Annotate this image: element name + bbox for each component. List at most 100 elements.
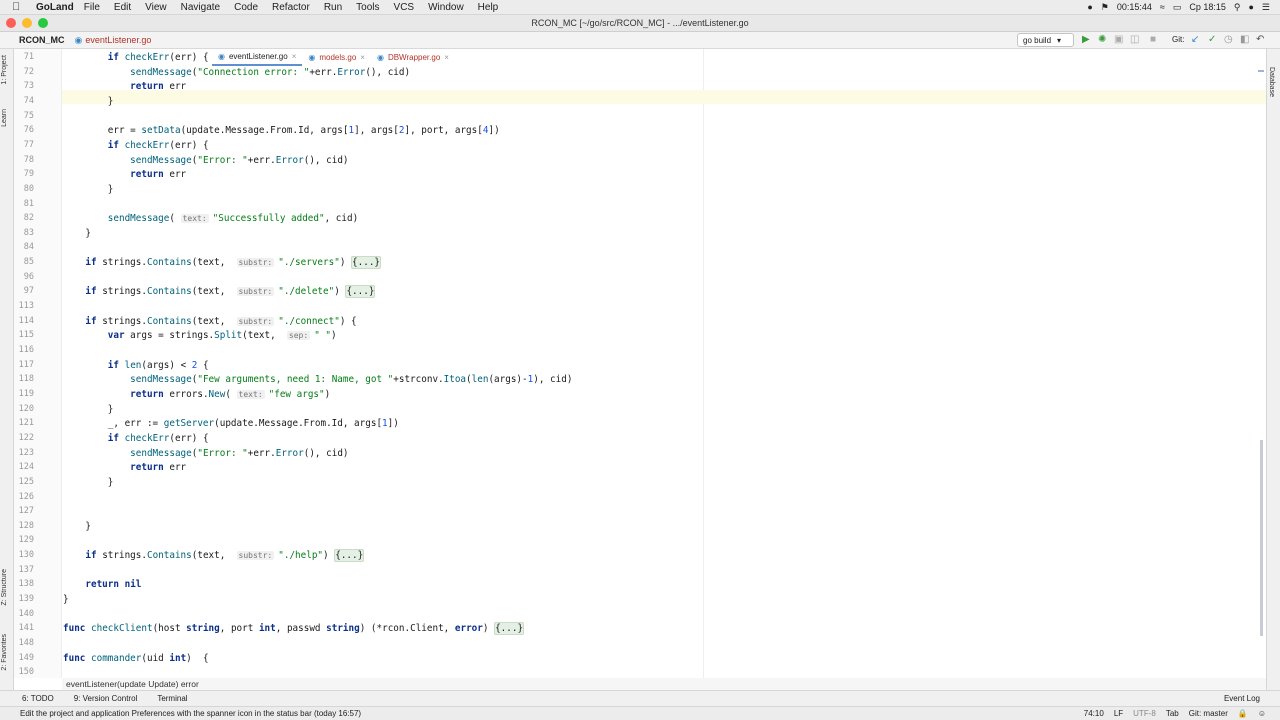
coverage-icon[interactable]: ▣ xyxy=(1114,34,1123,45)
menu-refactor[interactable]: Refactor xyxy=(272,2,310,13)
tab-project[interactable]: 1: Project xyxy=(1,55,8,85)
tab-models[interactable]: ◉ models.go × xyxy=(302,49,371,66)
battery-icon[interactable]: ▭ xyxy=(1173,2,1182,13)
line-number[interactable]: 137 xyxy=(14,565,34,575)
tab-favorites[interactable]: 2: Favorites xyxy=(1,634,8,671)
code-line[interactable]: _, err := getServer(update.Message.From.… xyxy=(63,418,399,429)
line-number[interactable]: 116 xyxy=(14,345,34,355)
menu-icon[interactable]: ☰ xyxy=(1262,2,1270,13)
menu-navigate[interactable]: Navigate xyxy=(181,2,220,13)
close-icon[interactable]: × xyxy=(292,52,297,61)
scrollbar-thumb[interactable] xyxy=(1260,440,1263,636)
code-line[interactable]: if strings.Contains(text, substr: "./help… xyxy=(63,549,365,563)
line-number[interactable]: 80 xyxy=(14,184,34,194)
code-line[interactable]: func checkClient(host string, port int, … xyxy=(63,622,525,636)
code-editor[interactable] xyxy=(62,49,1266,678)
close-icon[interactable]: × xyxy=(444,53,449,62)
nav-project[interactable]: RCON_MC xyxy=(19,35,65,45)
line-number[interactable]: 130 xyxy=(14,550,34,560)
line-number[interactable]: 148 xyxy=(14,638,34,648)
apple-icon[interactable]:  xyxy=(12,1,26,13)
line-number[interactable]: 78 xyxy=(14,155,34,165)
menu-file[interactable]: File xyxy=(84,2,100,13)
code-line[interactable]: } xyxy=(63,404,114,415)
event-log-button[interactable]: Event Log xyxy=(1224,694,1260,703)
code-line[interactable]: return err xyxy=(63,462,186,473)
code-line[interactable]: return err xyxy=(63,81,186,92)
line-number[interactable]: 127 xyxy=(14,506,34,516)
line-number[interactable]: 150 xyxy=(14,667,34,677)
git-branch[interactable]: Git: master xyxy=(1189,709,1228,718)
stop-icon[interactable]: ■ xyxy=(1150,34,1156,45)
wifi-icon[interactable]: ≈ xyxy=(1160,2,1165,12)
line-number[interactable]: 82 xyxy=(14,213,34,223)
line-number[interactable]: 81 xyxy=(14,199,34,209)
menu-run[interactable]: Run xyxy=(324,2,342,13)
code-line[interactable]: } xyxy=(63,184,114,195)
line-number[interactable]: 114 xyxy=(14,316,34,326)
profile-icon[interactable]: ◫ xyxy=(1130,34,1139,45)
menu-window[interactable]: Window xyxy=(428,2,464,13)
line-number[interactable]: 79 xyxy=(14,169,34,179)
clock-readout[interactable]: Ср 18:15 xyxy=(1189,2,1226,12)
status-icon[interactable]: ● xyxy=(1087,2,1092,12)
line-number[interactable]: 128 xyxy=(14,521,34,531)
code-line[interactable]: sendMessage("Error: "+err.Error(), cid) xyxy=(63,155,348,166)
line-number[interactable]: 119 xyxy=(14,389,34,399)
code-line[interactable]: sendMessage("Error: "+err.Error(), cid) xyxy=(63,448,348,459)
terminal-tool-button[interactable]: Terminal xyxy=(157,694,187,703)
line-number[interactable]: 115 xyxy=(14,330,34,340)
code-line[interactable]: return err xyxy=(63,169,186,180)
lock-icon[interactable]: 🔒 xyxy=(1238,709,1248,718)
app-name[interactable]: GoLand xyxy=(36,2,74,13)
code-line[interactable]: if checkErr(err) { xyxy=(63,433,209,444)
line-number[interactable]: 120 xyxy=(14,404,34,414)
code-line[interactable]: } xyxy=(63,594,69,605)
line-separator[interactable]: LF xyxy=(1114,709,1123,718)
code-line[interactable]: var args = strings.Split(text, sep: " ") xyxy=(63,330,337,341)
line-number[interactable]: 77 xyxy=(14,140,34,150)
line-number[interactable]: 118 xyxy=(14,374,34,384)
menu-view[interactable]: View xyxy=(145,2,167,13)
code-line[interactable]: if strings.Contains(text, substr: "./serv… xyxy=(63,256,382,270)
line-number[interactable]: 149 xyxy=(14,653,34,663)
line-number[interactable]: 121 xyxy=(14,418,34,428)
line-number[interactable]: 76 xyxy=(14,125,34,135)
code-line[interactable]: if checkErr(err) { xyxy=(63,140,209,151)
search-icon[interactable]: ⚲ xyxy=(1234,2,1241,13)
close-icon[interactable]: × xyxy=(360,53,365,62)
line-number[interactable]: 113 xyxy=(14,301,34,311)
line-number[interactable]: 83 xyxy=(14,228,34,238)
menu-edit[interactable]: Edit xyxy=(114,2,131,13)
line-number[interactable]: 75 xyxy=(14,111,34,121)
line-number[interactable]: 71 xyxy=(14,52,34,62)
line-number[interactable]: 140 xyxy=(14,609,34,619)
code-line[interactable]: } xyxy=(63,96,114,107)
tab-learn[interactable]: Learn xyxy=(1,109,8,127)
tab-dbwrapper[interactable]: ◉ DBWrapper.go × xyxy=(371,49,455,66)
code-line[interactable]: return nil xyxy=(63,579,141,590)
code-line[interactable]: if len(args) < 2 { xyxy=(63,360,209,371)
commit-icon[interactable]: ✓ xyxy=(1208,34,1216,45)
tab-eventlistener[interactable]: ◉ eventListener.go × xyxy=(212,49,303,66)
run-config-select[interactable]: go build ▾ xyxy=(1017,33,1074,47)
flag-icon[interactable]: ⚑ xyxy=(1101,2,1109,13)
history-icon[interactable]: ◷ xyxy=(1224,34,1233,45)
code-line[interactable]: sendMessage("Few arguments, need 1: Name… xyxy=(63,374,572,385)
caret-position[interactable]: 74:10 xyxy=(1084,709,1104,718)
code-line[interactable]: if checkErr(err) { xyxy=(63,52,209,63)
todo-tool-button[interactable]: 6: TODO xyxy=(22,694,54,703)
line-number[interactable]: 72 xyxy=(14,67,34,77)
code-line[interactable]: if strings.Contains(text, substr: "./dele… xyxy=(63,285,376,299)
line-number[interactable]: 97 xyxy=(14,286,34,296)
code-line[interactable]: if strings.Contains(text, substr: "./conn… xyxy=(63,316,356,327)
compare-icon[interactable]: ◧ xyxy=(1240,34,1249,45)
menu-tools[interactable]: Tools xyxy=(356,2,379,13)
revert-icon[interactable]: ↶ xyxy=(1256,34,1264,45)
indent-setting[interactable]: Tab xyxy=(1166,709,1179,718)
debug-icon[interactable]: ✺ xyxy=(1098,34,1106,45)
menu-help[interactable]: Help xyxy=(478,2,499,13)
update-project-icon[interactable]: ↙ xyxy=(1191,34,1199,45)
line-number[interactable]: 122 xyxy=(14,433,34,443)
line-number[interactable]: 138 xyxy=(14,579,34,589)
